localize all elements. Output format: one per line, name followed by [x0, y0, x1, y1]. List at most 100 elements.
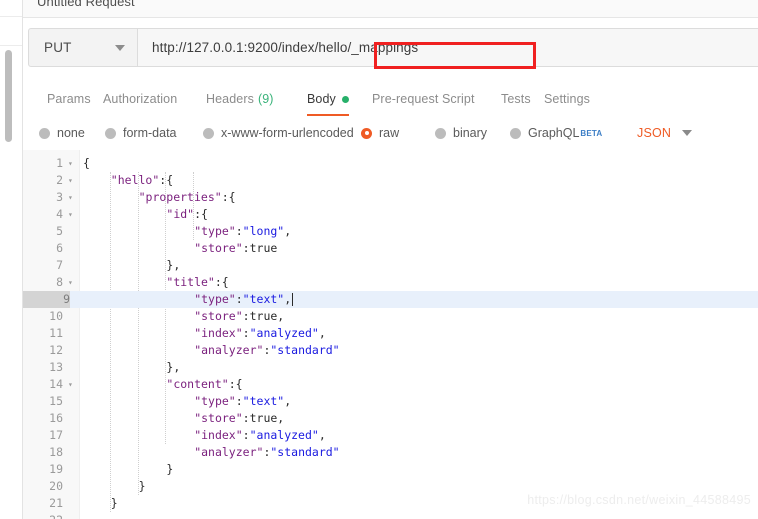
line-number: 21	[49, 496, 63, 510]
editor-line[interactable]: 1 ▾ {	[23, 155, 758, 172]
chevron-down-icon	[682, 130, 693, 136]
tab-label: Authorization	[103, 92, 178, 106]
radio-icon[interactable]	[510, 127, 521, 139]
line-number: 1	[56, 156, 63, 170]
http-method-select[interactable]: PUT	[28, 28, 138, 67]
body-type-options: JSON none form-data x-www-form-urlencoded r…	[23, 116, 758, 151]
editor-line[interactable]: 7},	[23, 257, 758, 274]
body-type-none[interactable]: none	[39, 116, 85, 150]
body-type-graphql[interactable]: GraphQL BETA	[510, 116, 602, 150]
page-title: Untitled Request	[37, 0, 135, 9]
line-number: 16	[49, 411, 63, 425]
tab-label: Headers	[206, 92, 254, 106]
editor-code-text: "properties":{	[138, 190, 236, 204]
tab-params[interactable]: Params	[47, 82, 91, 116]
line-number: 14	[49, 377, 63, 391]
radio-icon[interactable]	[203, 127, 214, 139]
editor-line[interactable]: 6 "store":true	[23, 240, 758, 257]
line-number: 13	[49, 360, 63, 374]
editor-line[interactable]: 19}	[23, 461, 758, 478]
line-number: 4	[56, 207, 63, 221]
body-type-label: form-data	[123, 126, 177, 140]
editor-line[interactable]: 16 "store":true,	[23, 410, 758, 427]
editor-line[interactable]: 12 "analyzer":"standard"	[23, 342, 758, 359]
body-type-binary[interactable]: binary	[435, 116, 487, 150]
editor-code-text: "title":{	[166, 275, 229, 289]
line-number: 11	[49, 326, 63, 340]
radio-icon[interactable]	[361, 127, 372, 139]
body-type-label: raw	[379, 126, 400, 140]
editor-line[interactable]: 5 "type":"long",	[23, 223, 758, 240]
request-body-editor[interactable]: 1 ▾ {2 ▾ "hello":{3 ▾ "properties":{4 ▾ "id":{5 "…	[23, 150, 758, 519]
radio-icon[interactable]	[105, 127, 116, 139]
url-row: PUT http://127.0.0.1:9200/index/hello/_m…	[23, 18, 758, 80]
text-cursor	[291, 293, 293, 306]
body-format-label: JSON	[637, 126, 672, 140]
radio-icon[interactable]	[39, 127, 50, 139]
radio-icon[interactable]	[435, 127, 446, 139]
beta-badge: BETA	[580, 128, 603, 138]
line-number: 6	[56, 241, 63, 255]
editor-line[interactable]: 14 ▾ "content":{	[23, 376, 758, 393]
editor-line[interactable]: 18 "analyzer":"standard"	[23, 444, 758, 461]
line-number: 9	[23, 291, 70, 308]
editor-code-text: "hello":{	[110, 173, 174, 187]
body-format-select[interactable]: JSON	[637, 116, 693, 150]
tab-label: Settings	[544, 92, 590, 106]
editor-code-text: }	[110, 496, 118, 510]
fold-toggle-icon[interactable]: ▾	[68, 172, 77, 189]
tab-pre-request-script[interactable]: Pre-request Script	[372, 82, 475, 116]
line-number: 15	[49, 394, 63, 408]
editor-code-text: {	[83, 156, 90, 170]
tab-authorization[interactable]: Authorization	[103, 82, 177, 116]
editor-code-text: "content":{	[166, 377, 243, 391]
line-number: 19	[49, 462, 63, 476]
line-number: 20	[49, 479, 63, 493]
editor-code-text: }	[166, 462, 174, 476]
tab-settings[interactable]: Settings	[544, 82, 590, 116]
chevron-down-icon	[115, 45, 125, 51]
editor-code-text: "id":{	[166, 207, 208, 221]
editor-line[interactable]: 15 "type":"text",	[23, 393, 758, 410]
editor-line[interactable]: 22	[23, 512, 758, 519]
fold-toggle-icon[interactable]: ▾	[68, 206, 77, 223]
editor-code-text: "analyzer":"standard"	[194, 445, 340, 459]
editor-code-text: },	[166, 258, 181, 272]
editor-code-text: },	[166, 360, 181, 374]
url-input-value: http://127.0.0.1:9200/index/hello/_mappi…	[152, 40, 419, 55]
editor-line[interactable]: 17 "index":"analyzed",	[23, 427, 758, 444]
fold-toggle-icon[interactable]: ▾	[68, 189, 77, 206]
editor-line[interactable]: 13},	[23, 359, 758, 376]
editor-code-text: "type":"long",	[194, 224, 292, 238]
editor-code-area[interactable]: 1 ▾ {2 ▾ "hello":{3 ▾ "properties":{4 ▾ "id":{5 "…	[23, 150, 758, 519]
body-type-form-data[interactable]: form-data	[105, 116, 177, 150]
sidebar-scrollbar[interactable]	[5, 50, 12, 142]
editor-line[interactable]: 2 ▾ "hello":{	[23, 172, 758, 189]
editor-line[interactable]: 11 "index":"analyzed",	[23, 325, 758, 342]
editor-line[interactable]: 3 ▾ "properties":{	[23, 189, 758, 206]
tab-label: Tests	[501, 92, 531, 106]
line-number: 3	[56, 190, 63, 204]
editor-line[interactable]: 9 "type":"text",	[23, 291, 758, 308]
fold-toggle-icon[interactable]: ▾	[68, 376, 77, 393]
tab-headers[interactable]: Headers (9)	[206, 82, 274, 116]
tab-label: Body	[307, 92, 336, 106]
editor-line[interactable]: 8 ▾ "title":{	[23, 274, 758, 291]
tab-body[interactable]: Body	[307, 82, 349, 116]
body-type-label: GraphQL	[528, 126, 580, 140]
editor-line[interactable]: 4 ▾ "id":{	[23, 206, 758, 223]
editor-line[interactable]: 10 "store":true,	[23, 308, 758, 325]
editor-code-text: "store":true,	[194, 309, 285, 323]
fold-toggle-icon[interactable]: ▾	[68, 155, 77, 172]
fold-toggle-icon[interactable]: ▾	[68, 274, 77, 291]
editor-code-text: "store":true,	[194, 411, 285, 425]
line-number: 5	[56, 224, 63, 238]
tab-tests[interactable]: Tests	[501, 82, 531, 116]
request-title-bar: Untitled Request	[23, 0, 758, 18]
body-type-x-www-form-urlencoded[interactable]: x-www-form-urlencoded	[203, 116, 354, 150]
body-type-raw[interactable]: raw	[361, 116, 399, 150]
editor-code-text: "type":"text",	[194, 292, 292, 306]
line-number: 7	[56, 258, 63, 272]
http-method-label: PUT	[44, 40, 72, 55]
url-input[interactable]: http://127.0.0.1:9200/index/hello/_mappi…	[138, 28, 758, 69]
